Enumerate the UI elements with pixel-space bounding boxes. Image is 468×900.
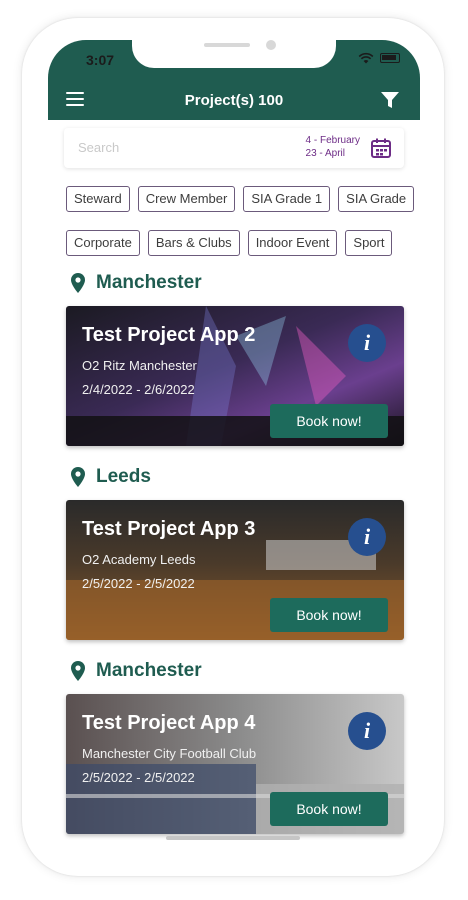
card-dates: 2/4/2022 - 2/6/2022	[82, 382, 195, 397]
project-card[interactable]: Test Project App 2 O2 Ritz Manchester 2/…	[66, 306, 404, 446]
info-button[interactable]: i	[348, 324, 386, 362]
book-now-button[interactable]: Book now!	[270, 598, 388, 632]
section-header: Manchester	[70, 660, 202, 682]
status-icons	[358, 52, 400, 64]
info-button[interactable]: i	[348, 518, 386, 556]
location-pin-icon	[71, 661, 85, 681]
card-title: Test Project App 4	[82, 712, 256, 734]
device-notch	[132, 40, 336, 68]
section-location: Manchester	[96, 272, 202, 293]
location-pin-icon	[71, 467, 85, 487]
date-to: 23 - April	[305, 148, 345, 159]
section-location: Leeds	[96, 466, 151, 487]
project-card[interactable]: Test Project App 4 Manchester City Footb…	[66, 694, 404, 834]
section-header: Manchester	[70, 272, 202, 294]
section-location: Manchester	[96, 660, 202, 681]
search-bar[interactable]: Search 4 - February 23 - April	[64, 128, 404, 168]
chip-bars-clubs[interactable]: Bars & Clubs	[147, 230, 240, 256]
chip-row-categories: Corporate Bars & Clubs Indoor Event Spor…	[66, 230, 393, 256]
home-indicator	[166, 836, 300, 840]
project-card[interactable]: Test Project App 3 O2 Academy Leeds 2/5/…	[66, 500, 404, 640]
card-dates: 2/5/2022 - 2/5/2022	[82, 770, 195, 785]
date-range[interactable]: 4 - February 23 - April	[306, 134, 360, 160]
app-screen: 3:07 Project(s) 100 Search 4 - February …	[48, 40, 420, 840]
card-title: Test Project App 3	[82, 518, 256, 540]
battery-icon	[380, 53, 400, 63]
search-input[interactable]: Search	[78, 140, 119, 155]
page-title: Project(s) 100	[184, 92, 284, 109]
chip-sia-grade-1[interactable]: SIA Grade 1	[243, 186, 331, 212]
card-venue: O2 Academy Leeds	[82, 552, 196, 567]
speaker	[204, 43, 250, 47]
chip-corporate[interactable]: Corporate	[66, 230, 140, 256]
info-button[interactable]: i	[348, 712, 386, 750]
wifi-icon	[358, 52, 374, 64]
calendar-icon[interactable]	[370, 137, 392, 159]
book-now-button[interactable]: Book now!	[270, 404, 388, 438]
chip-sia-grade[interactable]: SIA Grade	[338, 186, 415, 212]
card-dates: 2/5/2022 - 2/5/2022	[82, 576, 195, 591]
front-camera	[266, 40, 276, 50]
section-header: Leeds	[70, 466, 151, 488]
card-venue: Manchester City Football Club	[82, 746, 257, 761]
status-time: 3:07	[86, 52, 115, 68]
date-from: 4 - February	[305, 135, 360, 146]
app-header: 3:07 Project(s) 100	[48, 40, 420, 120]
filter-icon[interactable]	[380, 90, 400, 110]
card-title: Test Project App 2	[82, 324, 256, 346]
chip-steward[interactable]: Steward	[66, 186, 130, 212]
book-now-button[interactable]: Book now!	[270, 792, 388, 826]
chip-row-roles: Steward Crew Member SIA Grade 1 SIA Grad…	[66, 186, 415, 212]
chip-sport[interactable]: Sport	[345, 230, 393, 256]
chip-indoor-event[interactable]: Indoor Event	[247, 230, 338, 256]
location-pin-icon	[71, 273, 85, 293]
chip-crew-member[interactable]: Crew Member	[137, 186, 236, 212]
card-venue: O2 Ritz Manchester	[82, 358, 197, 373]
